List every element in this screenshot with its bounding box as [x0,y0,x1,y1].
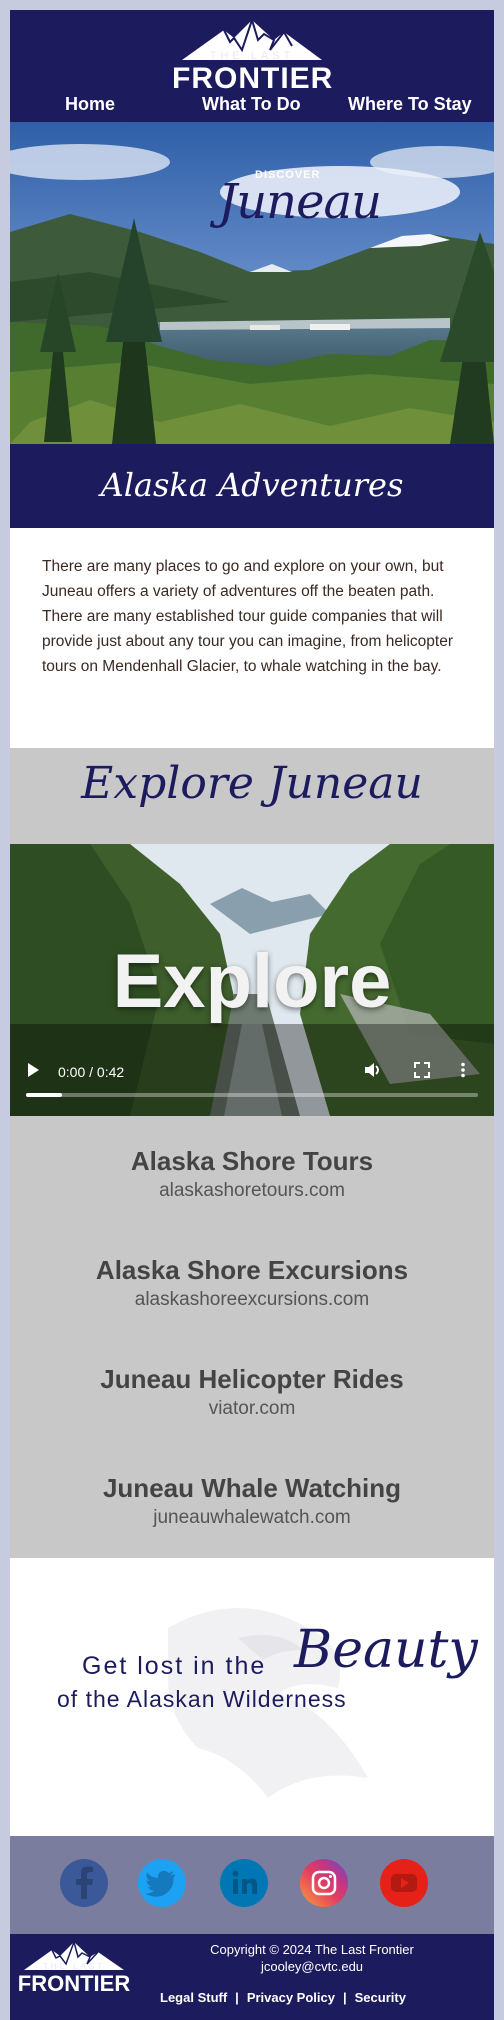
logo-wordmark: FRONTIER [172,62,334,95]
link-juneau-helicopter-rides-url[interactable]: viator.com [10,1398,494,1420]
link-alaska-shore-tours-url[interactable]: alaskashoretours.com [10,1180,494,1202]
footer-link-privacy[interactable]: Privacy Policy [247,1990,335,2005]
adventures-body: There are many places to go and explore … [42,558,453,675]
social-bar [10,1836,494,1934]
nav-what-to-do[interactable]: What To Do [202,94,301,115]
footer-copyright: Copyright © 2024 The Last Frontier [210,1942,414,1957]
juneau-landscape-image [10,122,494,444]
adventures-intro: There are many places to go and explore … [10,528,494,748]
facebook-icon[interactable] [60,1859,108,1907]
link-alaska-shore-excursions[interactable]: Alaska Shore Excursions [10,1255,494,1286]
site-footer: THE LAST FRONTIER Copyright © 2024 The L… [10,1934,494,2020]
footer-logo[interactable]: THE LAST FRONTIER [16,1940,132,2000]
linkedin-icon[interactable] [220,1859,268,1907]
video-progress-fill [26,1093,63,1097]
hero-title: Juneau [218,174,382,230]
explore-heading: Explore Juneau [81,758,423,809]
video-overlay-title: Explore [112,939,392,1024]
site-logo[interactable]: THE LAST FRONTIER [172,16,334,95]
link-juneau-helicopter-rides[interactable]: Juneau Helicopter Rides [10,1364,494,1395]
link-juneau-whale-watching[interactable]: Juneau Whale Watching [10,1473,494,1504]
tagline-line2: of the Alaskan Wilderness [57,1686,347,1712]
page: THE LAST FRONTIER Home What To Do Where … [10,10,494,2020]
instagram-icon[interactable] [300,1859,348,1907]
logo-tagline: THE LAST [209,50,295,62]
adventures-band: Alaska Adventures [10,444,494,528]
nav-home[interactable]: Home [65,94,115,115]
play-icon[interactable] [26,1062,40,1078]
footer-links: Legal Stuff | Privacy Policy | Security [160,1990,406,2005]
hero-image: DISCOVER Juneau [10,122,494,444]
youtube-icon[interactable] [380,1859,428,1907]
tagline-script: Beauty [294,1620,478,1680]
footer-separator: | [342,1990,347,2005]
link-juneau-whale-watching-url[interactable]: juneauwhalewatch.com [10,1507,494,1529]
link-alaska-shore-tours[interactable]: Alaska Shore Tours [10,1146,494,1177]
adventures-title: Alaska Adventures [100,466,404,504]
link-alaska-shore-excursions-url[interactable]: alaskashoreexcursions.com [10,1289,494,1311]
site-header: THE LAST FRONTIER Home What To Do Where … [10,10,494,122]
video-time: 0:00 / 0:42 [58,1064,125,1080]
video-player[interactable]: Explore 0:00 / 0:42 [10,844,494,1116]
more-options-icon[interactable] [460,1062,466,1078]
footer-logo-tagline: THE LAST [42,1962,106,1971]
footer-separator: | [235,1990,239,2005]
tagline-section: Get lost in the Beauty of the Alaskan Wi… [10,1558,494,1836]
footer-logo-wordmark: FRONTIER [17,1971,131,1996]
footer-link-security[interactable]: Security [355,1990,406,2005]
nav-where-to-stay[interactable]: Where To Stay [348,94,472,115]
twitter-icon[interactable] [138,1859,186,1907]
footer-link-legal[interactable]: Legal Stuff [160,1990,227,2005]
video-progress-bar[interactable] [26,1093,478,1097]
fullscreen-icon[interactable] [414,1062,430,1078]
footer-email[interactable]: jcooley@cvtc.edu [130,1959,494,1974]
tagline-prefix: Get lost in the [82,1652,267,1680]
volume-icon[interactable] [364,1062,382,1078]
